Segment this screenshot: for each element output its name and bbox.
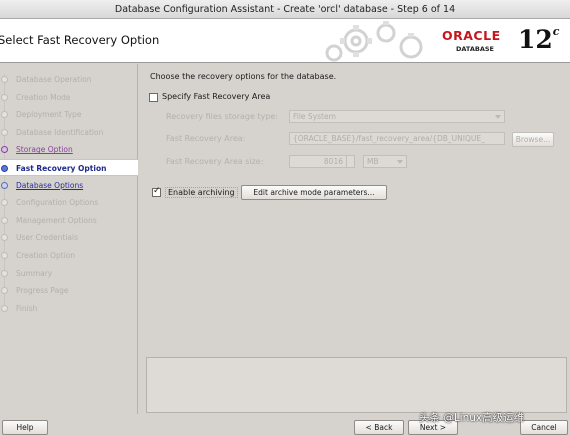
enable-archiving-checkbox[interactable]	[152, 186, 161, 197]
fra-location-input[interactable]: {ORACLE_BASE}/fast_recovery_area/{DB_UNI…	[289, 132, 505, 145]
sidebar-step: User Credentials	[0, 229, 138, 246]
storage-type-select[interactable]: File System	[289, 110, 505, 123]
sidebar-step: Configuration Options	[0, 194, 138, 211]
version-logo: 12c	[518, 25, 560, 54]
step-indicator-icon	[1, 269, 8, 277]
sidebar-step-label: Database Identification	[16, 127, 104, 137]
sidebar-step-label: Storage Option	[16, 145, 73, 155]
sidebar-step: Database Identification	[0, 124, 138, 141]
step-indicator-icon	[1, 146, 8, 154]
fra-label: Fast Recovery Area:	[166, 134, 246, 143]
sidebar-step: Database Operation	[0, 71, 138, 88]
step-indicator-icon	[1, 216, 8, 224]
step-indicator-icon	[1, 165, 8, 172]
oracle-logo: ORACLE	[442, 28, 501, 43]
sidebar-step: Creation Mode	[0, 89, 138, 106]
window-titlebar: Database Configuration Assistant - Creat…	[0, 0, 570, 19]
main-content: Choose the recovery options for the data…	[146, 64, 570, 354]
watermark-text: 头条 @Linux高级运维	[419, 412, 525, 424]
step-indicator-icon	[1, 199, 8, 207]
sidebar-step: Creation Option	[0, 247, 138, 264]
window-title: Database Configuration Assistant - Creat…	[114, 4, 456, 15]
sidebar-step: Progress Page	[0, 282, 138, 299]
gears-graphic-icon	[325, 21, 423, 62]
sidebar-step-label: Summary	[16, 268, 53, 278]
sidebar-step: Deployment Type	[0, 106, 138, 123]
product-name: DATABASE	[456, 45, 494, 53]
cancel-button[interactable]: Cancel	[520, 420, 568, 435]
sidebar-step-label: Progress Page	[16, 286, 69, 296]
sidebar-step-label: Management Options	[16, 215, 97, 225]
step-indicator-icon	[1, 304, 8, 312]
specify-fra-checkbox[interactable]	[149, 93, 158, 102]
storage-type-label: Recovery files storage type:	[166, 112, 279, 121]
sidebar-step-label: Configuration Options	[16, 198, 99, 208]
step-indicator-icon	[1, 234, 8, 242]
browse-button[interactable]: Browse...	[512, 132, 554, 147]
enable-archiving-label[interactable]: Enable archiving	[165, 187, 238, 198]
fra-size-unit-value: MB	[367, 157, 379, 166]
sidebar-step-label: Creation Option	[16, 251, 76, 260]
sidebar-step: Summary	[0, 265, 138, 282]
step-indicator-icon	[1, 76, 8, 83]
dropdown-arrow-icon	[397, 160, 403, 164]
version-number: 12	[518, 25, 553, 54]
sidebar-step-label: Database Options	[16, 180, 84, 190]
sidebar-step-label: Creation Mode	[16, 92, 71, 102]
step-indicator-icon	[1, 128, 8, 136]
sidebar-step[interactable]: Fast Recovery Option	[0, 159, 138, 176]
back-button[interactable]: < Back	[354, 420, 404, 435]
sidebar-step[interactable]: Database Options	[0, 177, 138, 194]
fra-size-spinner[interactable]: 8016	[289, 155, 355, 168]
storage-type-value: File System	[293, 112, 336, 121]
version-suffix: c	[552, 24, 560, 38]
steps-sidebar: Database Operation Creation Mode Deploymen…	[0, 64, 138, 414]
dropdown-arrow-icon	[495, 115, 501, 119]
header-banner: Select Fast Recovery Option ORACLE DATAB…	[0, 19, 570, 63]
sidebar-step-label: Finish	[16, 303, 38, 313]
step-indicator-icon	[1, 287, 8, 295]
step-indicator-icon	[1, 181, 8, 189]
spinner-arrows-icon[interactable]	[346, 156, 354, 167]
help-button[interactable]: Help	[2, 420, 48, 435]
sidebar-step-label: Database Operation	[16, 75, 92, 84]
page-title: Select Fast Recovery Option	[0, 33, 160, 47]
fra-size-value: 8016	[323, 157, 343, 166]
sidebar-step[interactable]: Storage Option	[0, 141, 138, 158]
sidebar-step-label: User Credentials	[16, 233, 78, 243]
sidebar-step-label: Fast Recovery Option	[16, 164, 107, 173]
fra-size-unit-select[interactable]: MB	[363, 155, 407, 168]
specify-fra-label[interactable]: Specify Fast Recovery Area	[162, 92, 270, 101]
fra-size-label: Fast Recovery Area size:	[166, 157, 264, 166]
sidebar-step-label: Deployment Type	[16, 110, 82, 120]
sidebar-step: Management Options	[0, 212, 138, 229]
edit-archive-mode-button[interactable]: Edit archive mode parameters...	[241, 185, 387, 200]
step-indicator-icon	[1, 111, 8, 119]
step-indicator-icon	[1, 93, 8, 101]
intro-text: Choose the recovery options for the data…	[150, 72, 337, 81]
message-area	[146, 357, 567, 413]
sidebar-step: Finish	[0, 300, 138, 317]
step-indicator-icon	[1, 252, 8, 259]
